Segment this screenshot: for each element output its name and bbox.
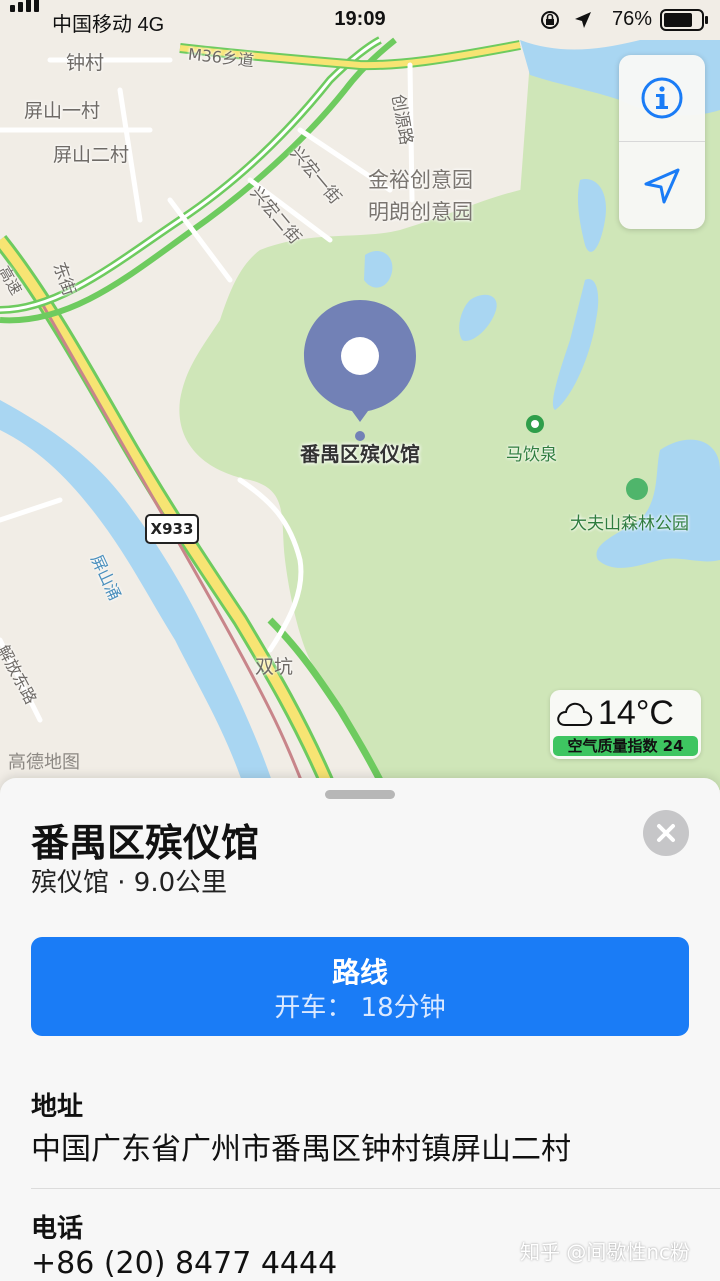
info-button[interactable] bbox=[619, 55, 705, 141]
address-value[interactable]: 中国广东省广州市番禺区钟村镇屏山二村 bbox=[31, 1124, 571, 1168]
road-shield-x933: X933 bbox=[145, 514, 199, 544]
air-quality-badge: 空气质量指数 24 bbox=[553, 736, 698, 756]
place-subtitle: 殡仪馆 · 9.0公里 bbox=[31, 868, 228, 898]
battery-percentage: 76% bbox=[611, 8, 652, 30]
map-label-jinyu: 金裕创意园 bbox=[368, 168, 473, 192]
cloud-icon bbox=[557, 702, 593, 726]
location-services-icon bbox=[575, 12, 591, 28]
map-provider-logo: 高德地图 bbox=[8, 752, 80, 773]
map-label-dafushan: 大夫山森林公园 bbox=[570, 514, 689, 534]
phone-label: 电话 bbox=[31, 1214, 84, 1244]
orientation-lock-icon bbox=[541, 11, 559, 29]
sheet-grabber[interactable] bbox=[325, 790, 395, 799]
close-button[interactable] bbox=[643, 810, 689, 856]
controls-divider bbox=[619, 141, 705, 142]
location-arrow-icon bbox=[644, 168, 680, 204]
drive-time: 开车： 18分钟 bbox=[274, 993, 446, 1023]
map-label-zhongcun: 钟村 bbox=[66, 52, 105, 74]
weather-widget[interactable]: 14°C 空气质量指数 24 bbox=[550, 690, 701, 759]
status-bar: 中国移动 4G 19:09 76% bbox=[0, 0, 720, 40]
map-label-minglang: 明朗创意园 bbox=[368, 200, 473, 224]
close-icon bbox=[657, 824, 675, 842]
pin-label: 番禺区殡仪馆 bbox=[300, 442, 420, 466]
map-label-pingshan1: 屏山一村 bbox=[24, 100, 101, 122]
locate-me-button[interactable] bbox=[619, 143, 705, 229]
phone-value[interactable]: +86 (20) 8477 4444 bbox=[31, 1246, 337, 1281]
section-divider bbox=[31, 1188, 720, 1189]
info-icon bbox=[641, 77, 683, 119]
watermark: 知乎 @间歇性nc粉 bbox=[520, 1240, 691, 1264]
map-controls bbox=[619, 55, 705, 229]
address-label: 地址 bbox=[31, 1092, 84, 1122]
map-label-shuangkeng: 双坑 bbox=[255, 656, 294, 678]
map-label-pingshan2: 屏山二村 bbox=[53, 144, 130, 166]
battery-icon bbox=[660, 9, 708, 31]
place-title: 番禺区殡仪馆 bbox=[31, 821, 260, 865]
map-label-mayinquan: 马饮泉 bbox=[506, 445, 557, 465]
directions-label: 路线 bbox=[331, 956, 388, 989]
weather-temperature: 14°C bbox=[598, 694, 674, 732]
location-pin-icon[interactable] bbox=[302, 298, 418, 428]
place-card: 番禺区殡仪馆 殡仪馆 · 9.0公里 路线 开车： 18分钟 地址 中国广东省广… bbox=[0, 778, 720, 1281]
directions-button[interactable]: 路线 开车： 18分钟 bbox=[31, 937, 689, 1036]
map-view[interactable]: 钟村 M36乡道 屏山一村 屏山二村 创源路 兴宏一街 兴宏二街 金裕创意园 明… bbox=[0, 0, 720, 790]
